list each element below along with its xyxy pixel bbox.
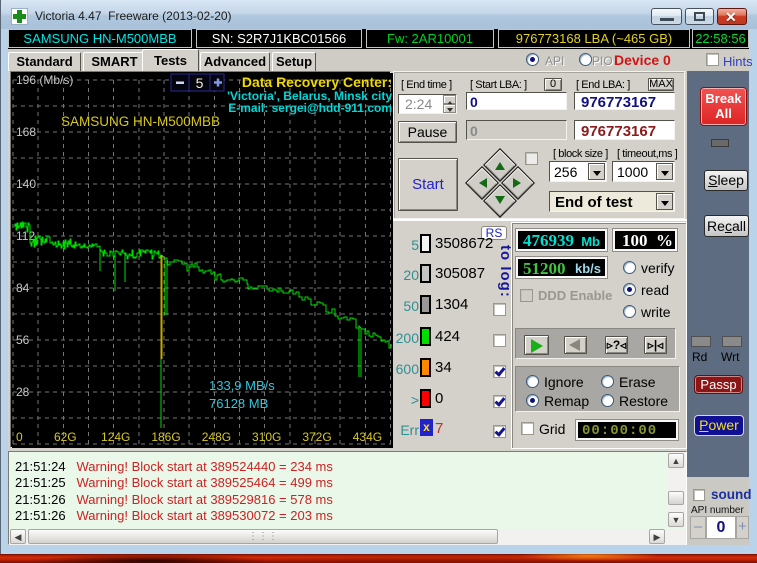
- svg-text:SAMSUNG HN-M500MBB: SAMSUNG HN-M500MBB: [61, 114, 220, 129]
- svg-text:168: 168: [16, 125, 36, 139]
- svg-text:310G: 310G: [252, 430, 281, 444]
- svg-text:76128 MB: 76128 MB: [209, 396, 268, 411]
- svg-text:28: 28: [16, 385, 30, 399]
- svg-text:56: 56: [16, 333, 30, 347]
- svg-text:5: 5: [196, 75, 204, 91]
- svg-text:E-mail: sergei@hdd-911.com: E-mail: sergei@hdd-911.com: [228, 101, 392, 115]
- svg-text:62G: 62G: [54, 430, 77, 444]
- svg-text:84: 84: [16, 281, 30, 295]
- svg-text:Data Recovery Center:: Data Recovery Center:: [242, 74, 392, 90]
- svg-text:133,9 MB/s: 133,9 MB/s: [209, 378, 275, 393]
- svg-text:372G: 372G: [302, 430, 331, 444]
- svg-text:0: 0: [16, 430, 23, 444]
- svg-text:140: 140: [16, 177, 36, 191]
- svg-text:186G: 186G: [151, 430, 180, 444]
- svg-text:124G: 124G: [101, 430, 130, 444]
- svg-text:248G: 248G: [202, 430, 231, 444]
- svg-text:196 (Mb/s): 196 (Mb/s): [16, 73, 73, 87]
